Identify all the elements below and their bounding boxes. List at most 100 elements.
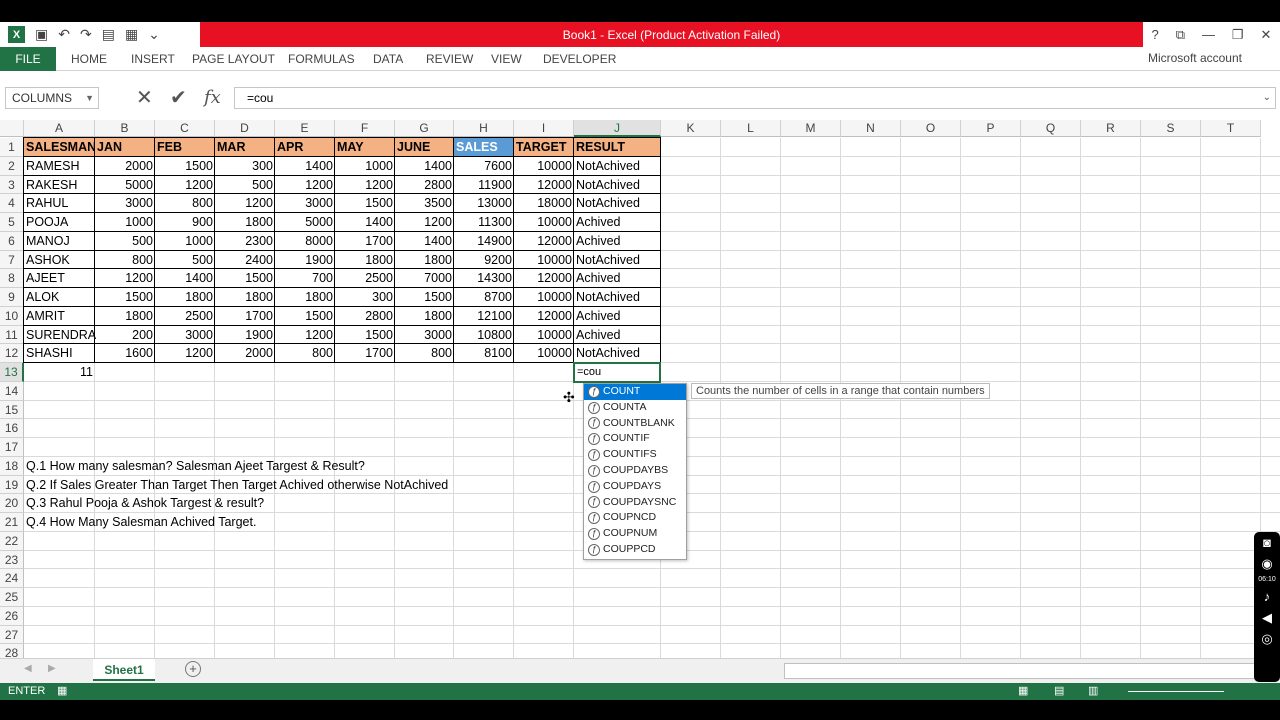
name-box[interactable]: COLUMNS ▼: [5, 87, 99, 109]
column-header-m[interactable]: M: [781, 120, 841, 137]
page-break-view-icon[interactable]: ▥: [1088, 683, 1098, 700]
column-header-r[interactable]: R: [1081, 120, 1141, 137]
tab-file[interactable]: FILE: [0, 47, 56, 71]
autocomplete-item-coupdaybs[interactable]: ƒ COUPDAYBS: [584, 463, 686, 479]
table-cell[interactable]: 5000: [275, 213, 335, 232]
table-cell[interactable]: 10000: [514, 326, 574, 345]
table-cell[interactable]: 7000: [395, 269, 454, 288]
table-cell[interactable]: 18000: [514, 194, 574, 213]
table-cell[interactable]: 1800: [395, 307, 454, 326]
scroll-left-icon[interactable]: ◀: [24, 663, 32, 674]
chevron-down-icon[interactable]: ▼: [85, 88, 94, 108]
print-preview-icon[interactable]: ▤: [102, 26, 115, 43]
table-cell[interactable]: 5000: [95, 176, 155, 195]
table-cell[interactable]: 800: [155, 194, 215, 213]
autocomplete-item-counta[interactable]: ƒ COUNTA: [584, 400, 686, 416]
table-cell[interactable]: 3000: [395, 326, 454, 345]
customize-qat-icon[interactable]: ⌄: [148, 26, 160, 43]
settings-icon[interactable]: ◎: [1254, 628, 1280, 649]
salesman-cell[interactable]: SURENDRA: [24, 326, 96, 345]
table-cell[interactable]: 3000: [155, 326, 215, 345]
table-cell[interactable]: 1500: [155, 157, 215, 176]
salesman-cell[interactable]: AJEET: [24, 269, 95, 288]
row-header-5[interactable]: 5: [0, 213, 24, 232]
scroll-right-icon[interactable]: ▶: [48, 663, 56, 674]
question-text[interactable]: Q.3 Rahul Pooja & Ashok Targest & result…: [24, 494, 266, 513]
table-cell[interactable]: 1800: [395, 251, 454, 270]
row-header-2[interactable]: 2: [0, 156, 24, 176]
column-header-l[interactable]: L: [721, 120, 781, 137]
salesman-cell[interactable]: ASHOK: [24, 251, 95, 270]
active-cell-j13[interactable]: =cou: [573, 362, 661, 383]
new-sheet-button[interactable]: +: [185, 661, 201, 677]
table-cell[interactable]: 10000: [514, 213, 574, 232]
table-cell[interactable]: 300: [335, 288, 395, 307]
table-cell[interactable]: 13000: [454, 194, 514, 213]
table-cell[interactable]: 1400: [155, 269, 215, 288]
column-header-q[interactable]: Q: [1021, 120, 1081, 137]
table-cell[interactable]: 12000: [514, 307, 574, 326]
table-cell[interactable]: 2800: [395, 176, 454, 195]
autocomplete-item-coupdaysnc[interactable]: ƒ COUPDAYSNC: [584, 495, 686, 511]
count-result-cell[interactable]: 11: [24, 363, 95, 382]
table-cell[interactable]: 1800: [275, 288, 335, 307]
table-cell[interactable]: 500: [155, 251, 215, 270]
table-cell[interactable]: 900: [155, 213, 215, 232]
table-cell[interactable]: 8000: [275, 232, 335, 251]
table-cell[interactable]: 1200: [275, 176, 335, 195]
table-cell[interactable]: 2400: [215, 251, 275, 270]
save-icon[interactable]: ▣: [35, 26, 48, 43]
table-cell[interactable]: 9200: [454, 251, 514, 270]
table-cell[interactable]: 1400: [395, 157, 454, 176]
row-header-25[interactable]: 25: [0, 588, 24, 607]
table-cell[interactable]: 1500: [395, 288, 454, 307]
table-cell[interactable]: 2300: [215, 232, 275, 251]
table-cell[interactable]: 1000: [95, 213, 155, 232]
row-header-1[interactable]: 1: [0, 138, 24, 157]
row-header-7[interactable]: 7: [0, 250, 24, 270]
row-header-12[interactable]: 12: [0, 344, 24, 363]
table-cell[interactable]: 300: [215, 157, 275, 176]
row-header-3[interactable]: 3: [0, 175, 24, 195]
column-header-d[interactable]: D: [215, 120, 275, 137]
column-header-c[interactable]: C: [155, 120, 215, 137]
column-header-k[interactable]: K: [661, 120, 721, 137]
autocomplete-item-countblank[interactable]: ƒ COUNTBLANK: [584, 416, 686, 432]
table-cell[interactable]: 3000: [275, 194, 335, 213]
row-header-4[interactable]: 4: [0, 194, 24, 213]
row-header-24[interactable]: 24: [0, 569, 24, 588]
salesman-cell[interactable]: RAHUL: [24, 194, 95, 213]
speaker-icon[interactable]: ◀: [1254, 607, 1280, 628]
result-cell[interactable]: NotAchived: [574, 176, 661, 195]
column-header-s[interactable]: S: [1141, 120, 1201, 137]
table-cell[interactable]: 1200: [155, 344, 215, 363]
row-header-19[interactable]: 19: [0, 475, 24, 495]
close-icon[interactable]: ✕: [1261, 27, 1272, 43]
insert-function-icon[interactable]: fx: [204, 87, 221, 109]
select-all-corner[interactable]: [0, 120, 24, 137]
tab-developer[interactable]: DEVELOPER: [543, 47, 616, 71]
table-cell[interactable]: 12100: [454, 307, 514, 326]
table-cell[interactable]: 8100: [454, 344, 514, 363]
column-header-j[interactable]: J: [574, 120, 661, 137]
result-cell[interactable]: Achived: [574, 232, 661, 251]
table-cell[interactable]: 1900: [275, 251, 335, 270]
record-icon[interactable]: ◉: [1254, 553, 1280, 574]
autocomplete-item-countif[interactable]: ƒ COUNTIF: [584, 431, 686, 447]
table-cell[interactable]: 10000: [514, 288, 574, 307]
table-cell[interactable]: 1700: [335, 232, 395, 251]
row-header-27[interactable]: 27: [0, 625, 24, 645]
table-cell[interactable]: 14900: [454, 232, 514, 251]
tab-view[interactable]: VIEW: [491, 47, 522, 71]
table-header-result[interactable]: RESULT: [574, 138, 661, 157]
result-cell[interactable]: NotAchived: [574, 251, 661, 270]
table-cell[interactable]: 500: [215, 176, 275, 195]
column-header-t[interactable]: T: [1201, 120, 1261, 137]
row-header-8[interactable]: 8: [0, 269, 24, 288]
question-text[interactable]: Q.1 How many salesman? Salesman Ajeet Ta…: [24, 457, 367, 476]
formula-input[interactable]: =cou ⌄: [234, 87, 1276, 109]
table-cell[interactable]: 2800: [335, 307, 395, 326]
help-icon[interactable]: ?: [1151, 27, 1158, 42]
table-cell[interactable]: 2000: [215, 344, 275, 363]
table-header-sales[interactable]: SALES: [454, 138, 514, 157]
